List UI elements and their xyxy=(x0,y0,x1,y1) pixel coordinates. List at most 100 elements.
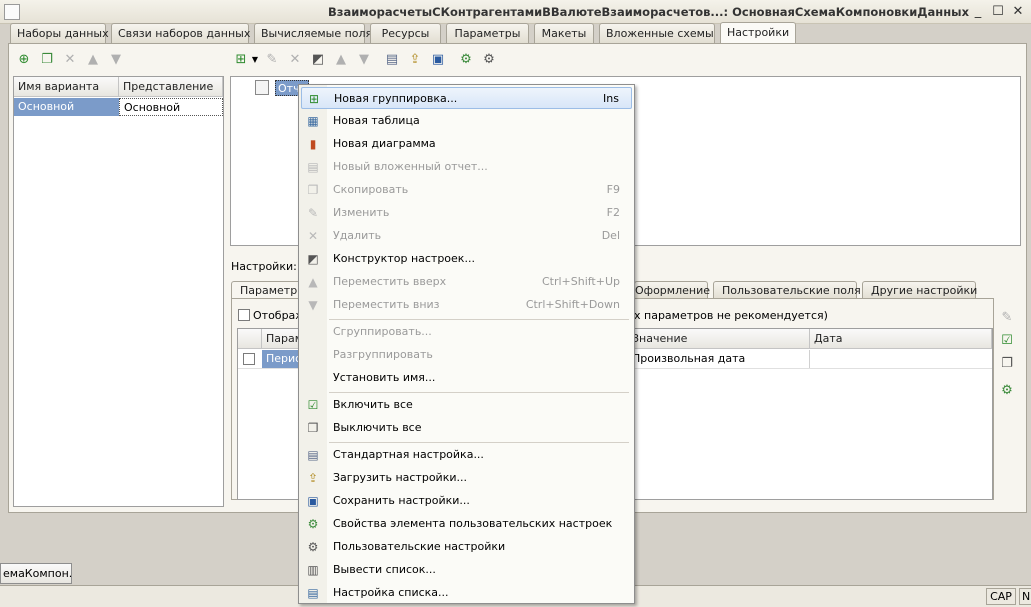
delete-icon[interactable]: ✕ xyxy=(287,52,303,68)
menu-item[interactable]: ▲ Переместить вверх Ctrl+Shift+Up xyxy=(301,271,632,293)
menu-item-label: Установить имя... xyxy=(333,371,436,384)
menu-item-label: Сгруппировать... xyxy=(333,325,432,338)
nested-report-icon: ▤ xyxy=(307,160,319,174)
add-icon[interactable]: ⊕ xyxy=(16,52,32,68)
tab-appearance[interactable]: Оформление xyxy=(634,281,710,299)
context-menu: ⊞ Новая группировка... Ins ▦ Новая таблица ▮ Н… xyxy=(298,84,635,604)
menu-separator xyxy=(329,319,629,320)
menu-item-label: Свойства элемента пользовательских настр… xyxy=(333,517,613,530)
arrow-up-icon[interactable]: ▲ xyxy=(85,52,101,68)
delete-icon[interactable]: ✕ xyxy=(62,52,78,68)
show-checkbox[interactable] xyxy=(238,309,250,321)
uncheck-all-icon: ❐ xyxy=(307,421,319,435)
new-chart-icon: ▮ xyxy=(309,137,317,151)
param-date-cell[interactable] xyxy=(810,350,992,368)
user-setting-props-icon[interactable]: ⚙ xyxy=(999,383,1015,399)
menu-item-label: Новая группировка... xyxy=(334,92,458,105)
copy-icon: ❐ xyxy=(307,183,319,197)
row-checkbox[interactable] xyxy=(243,353,255,365)
param-name-cell[interactable]: Перио xyxy=(262,350,302,368)
menu-item[interactable]: ▣ Сохранить настройки... xyxy=(301,490,632,512)
menu-item[interactable]: ❐ Скопировать F9 xyxy=(301,179,632,201)
menu-item-label: Включить все xyxy=(333,398,413,411)
tab-resources[interactable]: Ресурсы xyxy=(370,23,441,43)
menu-item-label: Сохранить настройки... xyxy=(333,494,470,507)
menu-item[interactable]: Установить имя... xyxy=(301,367,632,389)
tab-dataset-links[interactable]: Связи наборов данных xyxy=(111,23,250,43)
menu-item-shortcut: F2 xyxy=(606,206,620,219)
menu-item[interactable]: ◩ Конструктор настроек... xyxy=(301,248,632,270)
variant-name-cell[interactable]: Основной xyxy=(14,98,119,116)
menu-separator xyxy=(329,392,629,393)
menu-item[interactable]: ✕ Удалить Del xyxy=(301,225,632,247)
menu-item-label: Пользовательские настройки xyxy=(333,540,506,553)
menu-item[interactable]: ▼ Переместить вниз Ctrl+Shift+Down xyxy=(301,294,632,316)
menu-item[interactable]: ▮ Новая диаграмма xyxy=(301,133,632,155)
tab-calculated-fields[interactable]: Вычисляемые поля xyxy=(254,23,372,43)
tab-layouts[interactable]: Макеты xyxy=(534,23,594,43)
tab-parameters[interactable]: Параметры xyxy=(446,23,529,43)
menu-item-label: Переместить вниз xyxy=(333,298,440,311)
wizard-icon[interactable]: ◩ xyxy=(310,52,326,68)
delete-icon: ✕ xyxy=(307,229,319,243)
menu-item-label: Вывести список... xyxy=(333,563,436,576)
menu-item[interactable]: ▥ Вывести список... xyxy=(301,559,632,581)
uncheck-all-icon[interactable]: ❐ xyxy=(999,356,1015,372)
minimize-button[interactable]: _ xyxy=(969,3,987,21)
arrow-down-icon[interactable]: ▼ xyxy=(356,52,372,68)
menu-item[interactable]: ⚙ Пользовательские настройки xyxy=(301,536,632,558)
edit-icon[interactable]: ✎ xyxy=(264,52,280,68)
close-button[interactable]: ✕ xyxy=(1009,3,1027,21)
menu-item[interactable]: ❐ Выключить все xyxy=(301,417,632,439)
arrow-down-icon: ▼ xyxy=(308,298,318,312)
column-header[interactable]: Представление xyxy=(119,77,223,97)
menu-item[interactable]: Разгруппировать xyxy=(301,344,632,366)
load-settings-icon[interactable]: ⇪ xyxy=(407,52,423,68)
load-settings-icon: ⇪ xyxy=(307,471,319,485)
window-icon xyxy=(4,4,20,20)
menu-item-label: Скопировать xyxy=(333,183,409,196)
column-header[interactable]: Значение xyxy=(632,329,810,349)
menu-item[interactable]: ▤ Стандартная настройка... xyxy=(301,444,632,466)
param-value-cell[interactable]: Произвольная дата xyxy=(632,350,810,368)
tab-other-settings[interactable]: Другие настройки xyxy=(862,281,977,299)
save-settings-icon[interactable]: ▣ xyxy=(430,52,446,68)
column-header[interactable]: Дата xyxy=(810,329,992,349)
arrow-up-icon[interactable]: ▲ xyxy=(333,52,349,68)
list-settings-icon: ▤ xyxy=(307,586,319,600)
user-setting-props-icon[interactable]: ⚙ xyxy=(458,52,474,68)
tab-user-fields[interactable]: Пользовательские поля xyxy=(713,281,861,299)
standard-settings-icon[interactable]: ▤ xyxy=(384,52,400,68)
arrow-down-icon[interactable]: ▼ xyxy=(108,52,124,68)
caps-indicator: CAP xyxy=(986,588,1016,605)
menu-item[interactable]: ✎ Изменить F2 xyxy=(301,202,632,224)
new-grouping-icon: ⊞ xyxy=(308,92,320,106)
menu-item[interactable]: ⚙ Свойства элемента пользовательских наст… xyxy=(301,513,632,535)
menu-item-label: Разгруппировать xyxy=(333,348,433,361)
save-settings-icon: ▣ xyxy=(307,494,319,508)
menu-item[interactable]: ☑ Включить все xyxy=(301,394,632,416)
tab-settings[interactable]: Настройки xyxy=(720,22,796,44)
menu-item[interactable]: ▤ Настройка списка... xyxy=(301,582,632,604)
menu-item[interactable]: ▦ Новая таблица xyxy=(301,110,632,132)
maximize-button[interactable]: ☐ xyxy=(989,3,1007,21)
menu-item-label: Конструктор настроек... xyxy=(333,252,475,265)
check-all-icon: ☑ xyxy=(307,398,319,412)
menu-item-label: Новая диаграмма xyxy=(333,137,436,150)
variant-presentation-cell[interactable]: Основной xyxy=(119,98,223,116)
taskbar-window-button[interactable]: емаКомпон... xyxy=(0,563,72,584)
tab-nested-schemas[interactable]: Вложенные схемы xyxy=(599,23,715,43)
menu-item[interactable]: ▤ Новый вложенный отчет... xyxy=(301,156,632,178)
menu-item[interactable]: ⇪ Загрузить настройки... xyxy=(301,467,632,489)
chevron-down-icon[interactable]: ▼ xyxy=(247,52,263,68)
tab-datasets[interactable]: Наборы данных xyxy=(10,23,109,43)
edit-icon[interactable]: ✎ xyxy=(999,310,1015,326)
menu-item[interactable]: ⊞ Новая группировка... Ins xyxy=(301,87,632,109)
settings-wizard-icon: ◩ xyxy=(307,252,319,266)
check-all-icon[interactable]: ☑ xyxy=(999,333,1015,349)
user-settings-icon[interactable]: ⚙ xyxy=(481,52,497,68)
column-header[interactable]: Имя варианта xyxy=(14,77,119,97)
menu-item[interactable]: Сгруппировать... xyxy=(301,321,632,343)
copy-variant-icon[interactable]: ❐ xyxy=(39,52,55,68)
menu-item-label: Удалить xyxy=(333,229,382,242)
